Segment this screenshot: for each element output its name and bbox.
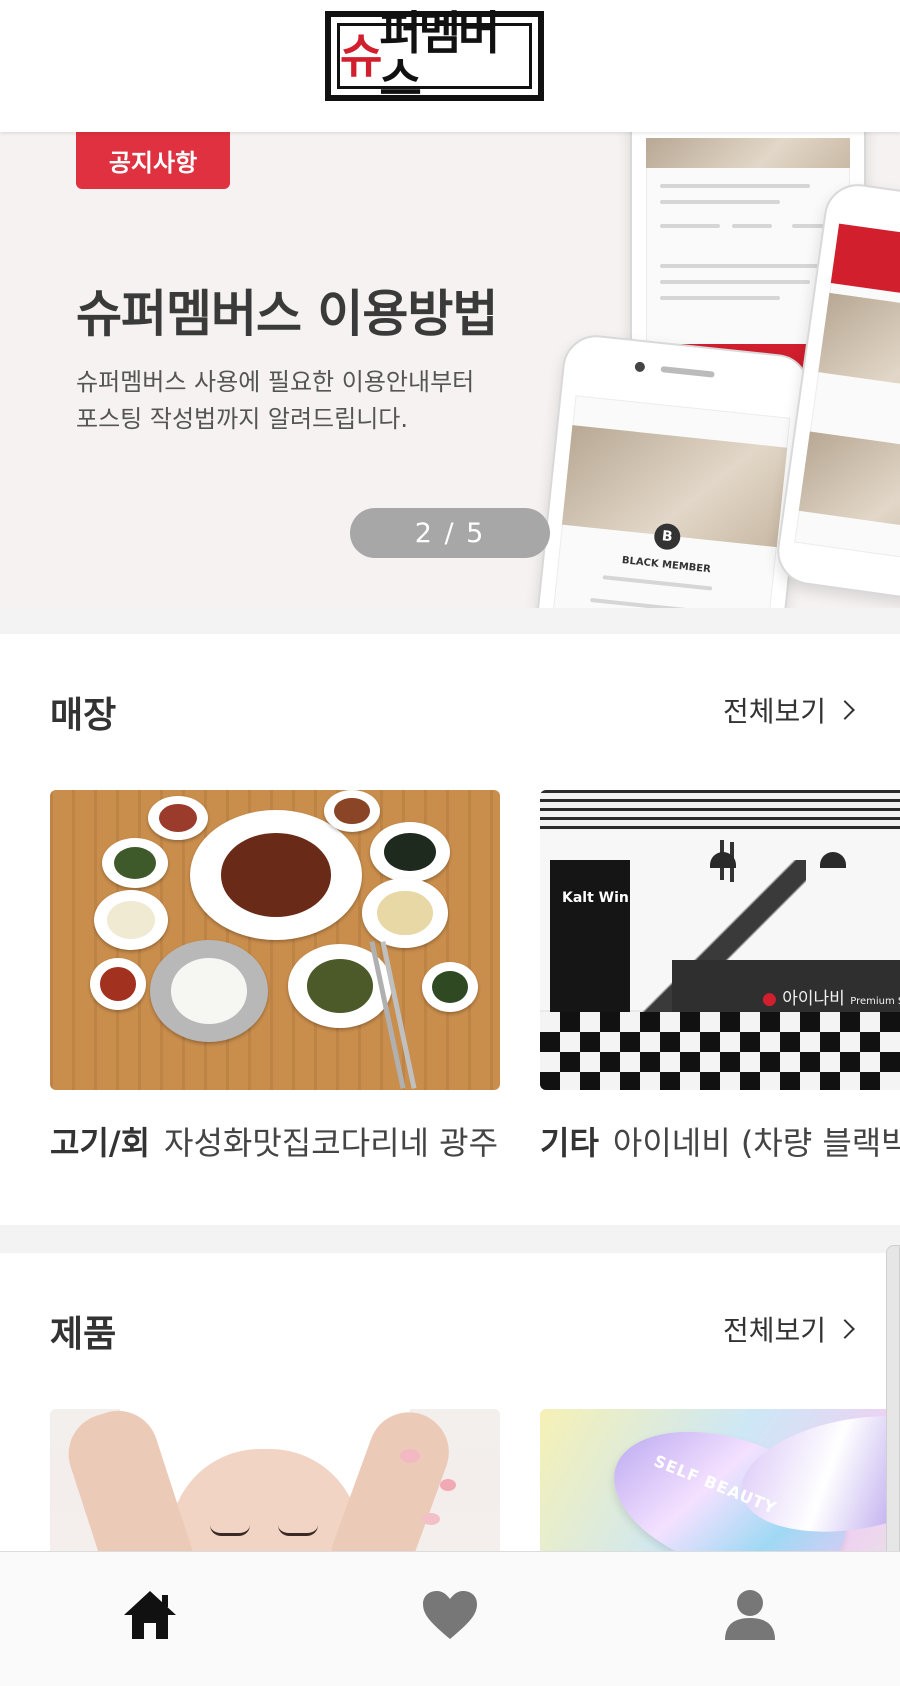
- store-card-category: 고기/회: [50, 1124, 151, 1162]
- heart-icon: [423, 1591, 477, 1639]
- store-view-all-link[interactable]: 전체보기: [723, 690, 855, 730]
- store-card-caption[interactable]: 고기/회 자성화맛집코다리네 광주: [50, 1118, 520, 1164]
- store-card-image[interactable]: Kalt Win ● 아이나비 Premium St: [540, 790, 900, 1090]
- phone-mockup-bottom: B BLACK MEMBER: [531, 331, 813, 608]
- banner-title: 슈퍼멤버스 이용방법: [76, 285, 498, 343]
- interior-counter-text: ● 아이나비 Premium St: [762, 989, 900, 1009]
- chevron-right-icon: [835, 1319, 855, 1339]
- store-card-caption[interactable]: 기타 아이네비 (차량 블랙박스: [540, 1118, 900, 1164]
- product-section-title: 제품: [50, 1314, 117, 1355]
- person-icon: [725, 1590, 775, 1640]
- interior-sign-text: Kalt Win: [562, 890, 629, 906]
- banner-description: 슈퍼멤버스 사용에 필요한 이용안내부터 포스팅 작성법까지 알려드립니다.: [76, 368, 475, 433]
- home-icon: [124, 1591, 176, 1639]
- logo[interactable]: 슈 퍼멤버스: [325, 10, 544, 102]
- nav-favorites[interactable]: [415, 1580, 485, 1650]
- store-card-image[interactable]: [50, 790, 500, 1090]
- store-section: 매장 전체보기 고기/회 자성화맛집코다리네 광주 Kalt Win ● 아이나…: [0, 634, 900, 1225]
- app-header: 슈 퍼멤버스: [0, 0, 900, 132]
- store-card-name: 자성화맛집코다리네 광주: [164, 1124, 499, 1162]
- nav-home[interactable]: [115, 1580, 185, 1650]
- scrollbar[interactable]: [886, 1245, 900, 1592]
- nav-profile[interactable]: [715, 1580, 785, 1650]
- notice-banner[interactable]: 공지사항 슈퍼멤버스 이용방법 슈퍼멤버스 사용에 필요한 이용안내부터 포스팅…: [0, 132, 900, 608]
- store-section-title: 매장: [50, 695, 117, 736]
- product-view-all-link[interactable]: 전체보기: [723, 1309, 855, 1349]
- banner-pager: 2 / 5: [350, 508, 550, 558]
- chevron-right-icon: [835, 700, 855, 720]
- bottom-nav: [0, 1551, 900, 1686]
- logo-text: 슈 퍼멤버스: [337, 10, 532, 102]
- notice-tag: 공지사항: [76, 132, 230, 189]
- store-card-category: 기타: [540, 1124, 599, 1162]
- store-card-name: 아이네비 (차량 블랙박스: [612, 1124, 900, 1162]
